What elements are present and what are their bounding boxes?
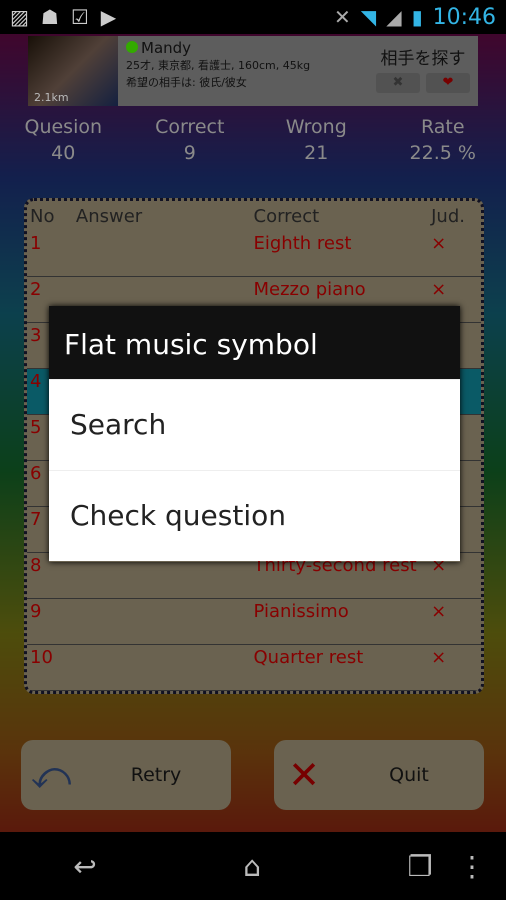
stat-question: Quesion 40	[24, 116, 103, 164]
cell-no: 1	[30, 233, 42, 254]
distance: 2.1km	[34, 91, 69, 104]
table-row[interactable]: 10 Quarter rest ×	[27, 645, 481, 691]
dialog-title: Flat music symbol	[49, 306, 460, 379]
cell-correct: Eighth rest	[253, 233, 352, 254]
online-dot	[126, 41, 138, 53]
recent-apps-icon[interactable]: ❐	[408, 850, 433, 883]
back-icon[interactable]: ↩	[73, 850, 96, 883]
reject-button[interactable]: ✖	[376, 73, 420, 93]
clipboard-check-icon: ☑	[70, 5, 89, 29]
home-icon[interactable]: ⌂	[243, 850, 261, 883]
context-dialog: Flat music symbol Search Check question	[49, 306, 460, 562]
ad-name: Mandy	[141, 39, 192, 57]
mute-icon: ✕	[334, 5, 351, 29]
ad-details: 25才, 東京都, 看護士, 160cm, 45kg	[126, 59, 311, 72]
wifi-icon: ◥	[360, 5, 377, 29]
cell-answer	[76, 601, 254, 644]
signal-icon: ◢	[386, 5, 402, 29]
battery-icon: ▮	[411, 5, 423, 29]
play-store-icon: ▶	[100, 5, 117, 29]
cell-jud: ×	[431, 233, 447, 254]
retry-button[interactable]: ⤺ Retry	[21, 740, 231, 810]
stat-wrong: Wrong 21	[285, 116, 347, 164]
menu-icon[interactable]: ⋮	[458, 850, 486, 883]
ad-banner[interactable]: 2.1km Mandy 25才, 東京都, 看護士, 160cm, 45kg 希…	[28, 36, 478, 106]
cell-correct: Pianissimo	[253, 601, 349, 622]
cell-jud: ×	[431, 647, 447, 668]
menu-item-search[interactable]: Search	[49, 379, 460, 470]
red-x-icon: ✕	[288, 753, 320, 797]
nav-bar: ↩ ⌂ ❐ ⋮	[0, 832, 506, 900]
cell-answer	[76, 647, 254, 690]
avatar: 2.1km	[28, 36, 118, 106]
quit-button[interactable]: ✕ Quit	[274, 740, 484, 810]
ad-search-label[interactable]: 相手を探す	[368, 44, 478, 69]
clock: 10:46	[432, 4, 496, 30]
cell-correct: Quarter rest	[253, 647, 364, 668]
stat-correct: Correct 9	[155, 116, 225, 164]
table-row[interactable]: 1 Eighth rest ×	[27, 231, 481, 277]
table-header: No Answer Correct Jud.	[30, 205, 465, 227]
android-icon: ☗	[40, 5, 59, 29]
cell-jud: ×	[431, 601, 447, 622]
picture-icon: ▨	[10, 5, 29, 29]
cell-no: 9	[30, 601, 42, 622]
table-row[interactable]: 9 Pianissimo ×	[27, 599, 481, 645]
menu-item-check-question[interactable]: Check question	[49, 470, 460, 561]
stat-rate: Rate 22.5 %	[409, 116, 476, 164]
cell-answer	[76, 233, 254, 276]
retry-arrow-icon: ⤺	[30, 752, 72, 797]
ad-wish: 希望の相手は: 彼氏/彼女	[126, 76, 247, 89]
like-button[interactable]: ❤	[426, 73, 470, 93]
status-bar: ▨ ☗ ☑ ▶ ✕ ◥ ◢ ▮ 10:46	[0, 0, 506, 34]
stats: Quesion 40 Correct 9 Wrong 21 Rate 22.5 %	[0, 116, 506, 164]
cell-no: 10	[30, 647, 53, 668]
